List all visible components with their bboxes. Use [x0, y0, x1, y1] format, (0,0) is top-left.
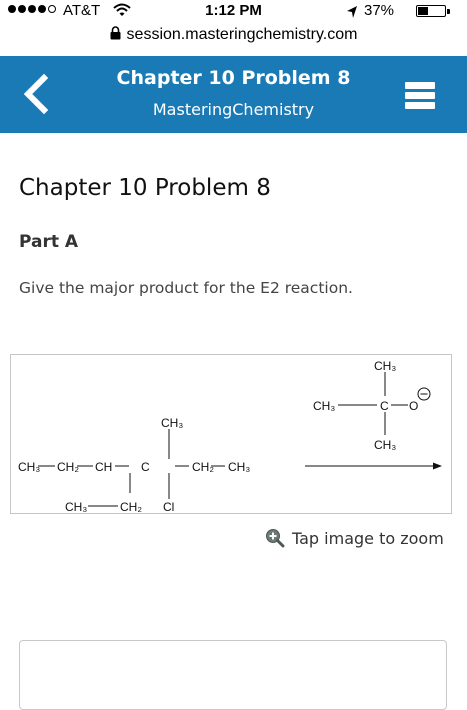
- zoom-label: Tap image to zoom: [292, 528, 444, 548]
- substrate-chlorine: Cl: [163, 500, 174, 514]
- header-subtitle: MasteringChemistry: [152, 100, 315, 119]
- address-bar[interactable]: session.masteringchemistry.com: [0, 26, 467, 44]
- substrate-chain-5: CH₂: [192, 460, 214, 474]
- reagent-ch3-bottom: CH₃: [374, 438, 396, 452]
- reagent-ch3-top: CH₃: [374, 359, 396, 373]
- substrate-branch-ch3: CH₃: [65, 500, 87, 514]
- part-label: Part A: [19, 232, 79, 252]
- reagent-oxygen: O: [409, 399, 418, 413]
- app-header: Chapter 10 Problem 8 MasteringChemistry: [0, 56, 467, 133]
- substrate-branch-ch2: CH₂: [120, 500, 142, 514]
- substrate-chain-3: CH: [95, 460, 112, 474]
- location-arrow-icon: [347, 6, 357, 18]
- substrate-chain-1: CH₃: [18, 460, 40, 474]
- reagent-center-carbon: C: [380, 399, 389, 413]
- lock-icon: [110, 26, 121, 40]
- status-bar: AT&T 1:12 PM 37%: [0, 0, 467, 22]
- battery-percent: 37%: [364, 2, 395, 19]
- reaction-image[interactable]: CH₃ CH₃ CH₂ CH C CH₂ CH₃ CH₃ CH₂ Cl CH₃ …: [10, 354, 452, 514]
- substrate-chain-2: CH₂: [57, 460, 79, 474]
- tap-to-zoom-link[interactable]: Tap image to zoom: [265, 528, 444, 548]
- reagent-ch3-left: CH₃: [313, 399, 335, 413]
- page-title: Chapter 10 Problem 8: [19, 175, 271, 201]
- clock: 1:12 PM: [205, 2, 262, 19]
- reaction-arrow-head: [433, 462, 442, 470]
- question-text: Give the major product for the E2 reacti…: [19, 279, 353, 297]
- substrate-chain-6: CH₃: [228, 460, 250, 474]
- header-title: Chapter 10 Problem 8: [116, 67, 351, 89]
- battery-icon: [416, 5, 446, 17]
- url-text: session.masteringchemistry.com: [126, 26, 358, 43]
- battery-tip: [447, 9, 450, 14]
- substrate-chain-4: C: [141, 460, 150, 474]
- hamburger-menu-icon[interactable]: [403, 76, 443, 114]
- zoom-in-icon: [266, 529, 285, 548]
- reaction-diagram: CH₃ CH₃ CH₂ CH C CH₂ CH₃ CH₃ CH₂ Cl CH₃ …: [18, 359, 442, 514]
- substrate-ch3-top: CH₃: [161, 416, 183, 430]
